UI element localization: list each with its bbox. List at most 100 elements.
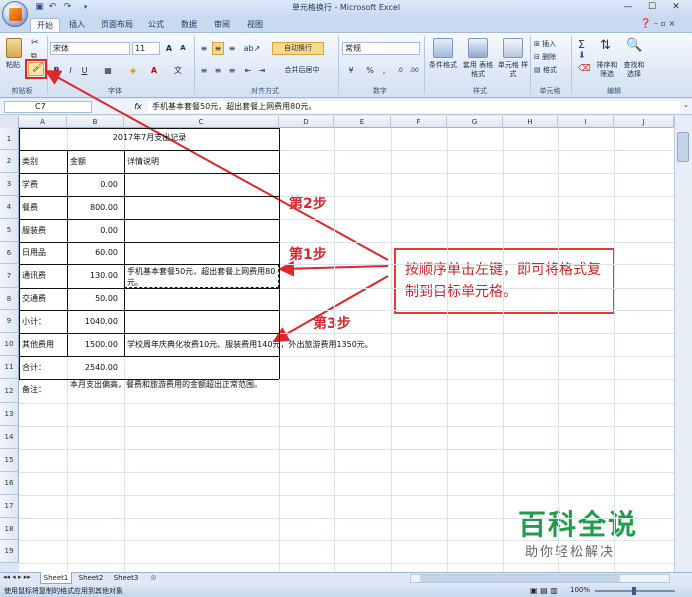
tab-formulas[interactable]: 公式: [143, 18, 169, 32]
insert-function-button[interactable]: fx: [131, 101, 145, 113]
decrease-indent-icon[interactable]: ⇤: [242, 64, 254, 77]
comma-button[interactable]: ,: [378, 64, 390, 77]
vertical-scrollbar[interactable]: [674, 116, 692, 572]
row-header-15[interactable]: 15: [0, 449, 19, 472]
expand-formula-icon[interactable]: ⌄: [683, 101, 689, 109]
find-select-icon[interactable]: 🔍: [626, 38, 642, 53]
format-as-table-icon[interactable]: [468, 38, 488, 58]
paste-icon[interactable]: [6, 38, 22, 58]
wrap-text-button[interactable]: 自动换行: [272, 42, 324, 55]
align-center-icon[interactable]: ≡: [212, 64, 224, 77]
row-header-9[interactable]: 9: [0, 310, 19, 333]
tab-data[interactable]: 数据: [176, 18, 202, 32]
row-header-11[interactable]: 11: [0, 356, 19, 379]
phonetic-icon[interactable]: 文: [168, 64, 188, 77]
orientation-icon[interactable]: ab↗: [242, 42, 262, 55]
delete-cells-button[interactable]: ⊟ 删除: [534, 53, 568, 62]
merge-center-button[interactable]: 合并后居中: [272, 64, 332, 77]
tab-view[interactable]: 视图: [242, 18, 268, 32]
zoom-level[interactable]: 100%: [570, 586, 590, 594]
ribbon-minimize-icon[interactable]: – ▫ ×: [654, 19, 675, 28]
row-header-14[interactable]: 14: [0, 426, 19, 449]
currency-icon[interactable]: ¥: [343, 64, 359, 77]
conditional-format-icon[interactable]: [433, 38, 453, 58]
row-header-6[interactable]: 6: [0, 242, 19, 264]
font-size-select[interactable]: 11: [132, 42, 160, 55]
bold-button[interactable]: B: [51, 64, 62, 77]
paste-button-label[interactable]: 粘贴: [3, 61, 23, 70]
format-as-table-label[interactable]: 套用 表格格式: [460, 61, 496, 79]
column-header-a[interactable]: A: [19, 116, 67, 128]
column-header-j[interactable]: J: [614, 116, 674, 128]
tab-review[interactable]: 审阅: [209, 18, 235, 32]
column-header-h[interactable]: H: [503, 116, 558, 128]
conditional-format-label[interactable]: 条件格式: [425, 61, 461, 70]
column-header-f[interactable]: F: [391, 116, 447, 128]
sheet-tab-1[interactable]: Sheet1: [40, 572, 72, 584]
increase-decimal-icon[interactable]: .0: [394, 64, 406, 77]
align-right-icon[interactable]: ≡: [226, 64, 238, 77]
cell-styles-icon[interactable]: [503, 38, 523, 58]
row-header-4[interactable]: 4: [0, 196, 19, 219]
row-header-3[interactable]: 3: [0, 173, 19, 196]
shrink-font-button[interactable]: A: [177, 42, 189, 55]
close-icon[interactable]: ✕: [668, 1, 684, 14]
view-buttons-icon[interactable]: ▣ ▤ ▥: [530, 586, 558, 595]
sheet-tab-3[interactable]: Sheet3: [110, 572, 142, 584]
align-top-icon[interactable]: ≡: [198, 42, 210, 55]
minimize-icon[interactable]: —: [620, 1, 636, 14]
autosum-icon[interactable]: Σ: [578, 38, 585, 51]
column-header-g[interactable]: G: [447, 116, 503, 128]
align-middle-icon[interactable]: ≡: [212, 42, 224, 55]
row-header-12[interactable]: 12: [0, 379, 19, 403]
horizontal-scroll-thumb[interactable]: [420, 575, 620, 582]
column-header-b[interactable]: B: [67, 116, 124, 128]
underline-button[interactable]: U: [79, 64, 90, 77]
row-header-2[interactable]: 2: [0, 150, 19, 173]
name-box[interactable]: C7: [4, 101, 92, 113]
percent-button[interactable]: %: [364, 64, 376, 77]
align-bottom-icon[interactable]: ≡: [226, 42, 238, 55]
column-header-i[interactable]: I: [558, 116, 614, 128]
help-icon[interactable]: ❓: [640, 19, 651, 29]
format-cells-button[interactable]: ▤ 格式: [534, 66, 568, 75]
number-format-select[interactable]: 常规: [342, 42, 420, 55]
fill-icon[interactable]: ⬇: [578, 51, 586, 61]
column-header-e[interactable]: E: [334, 116, 391, 128]
office-button[interactable]: [2, 1, 28, 27]
decrease-decimal-icon[interactable]: .00: [408, 64, 420, 77]
cell-styles-label[interactable]: 单元格 样式: [497, 61, 529, 79]
row-header-1[interactable]: 1: [0, 128, 19, 150]
row-header-10[interactable]: 10: [0, 333, 19, 356]
sheet-nav-icon[interactable]: ◂◂ ◂ ▸ ▸▸: [3, 573, 31, 581]
column-header-d[interactable]: D: [279, 116, 334, 128]
row-header-8[interactable]: 8: [0, 288, 19, 310]
column-header-c[interactable]: C: [124, 116, 279, 128]
clear-icon[interactable]: ⌫: [578, 64, 591, 74]
row-header-16[interactable]: 16: [0, 472, 19, 495]
sheet-tab-2[interactable]: Sheet2: [75, 572, 107, 584]
row-header-7[interactable]: 7: [0, 264, 19, 288]
cut-icon[interactable]: ✂: [31, 38, 39, 48]
tab-home[interactable]: 开始: [30, 18, 60, 32]
zoom-slider-thumb[interactable]: [632, 587, 636, 595]
tab-page-layout[interactable]: 页面布局: [97, 18, 137, 32]
row-header-18[interactable]: 18: [0, 518, 19, 540]
sort-filter-label[interactable]: 排序和 筛选: [594, 61, 620, 79]
italic-button[interactable]: I: [65, 64, 76, 77]
formula-input[interactable]: 手机基本套餐50元，超出套餐上网费用80元。: [148, 101, 680, 113]
increase-indent-icon[interactable]: ⇥: [256, 64, 268, 77]
grow-font-button[interactable]: A: [163, 42, 175, 55]
row-header-19[interactable]: 19: [0, 540, 19, 563]
row-header-17[interactable]: 17: [0, 495, 19, 518]
align-left-icon[interactable]: ≡: [198, 64, 210, 77]
row-header-13[interactable]: 13: [0, 403, 19, 426]
borders-icon[interactable]: ▦: [100, 64, 116, 77]
font-color-icon[interactable]: A: [146, 64, 162, 77]
tab-insert[interactable]: 插入: [64, 18, 90, 32]
font-name-select[interactable]: 宋体: [50, 42, 130, 55]
find-select-label[interactable]: 查找和 选择: [620, 61, 648, 79]
select-all-button[interactable]: [0, 116, 19, 128]
new-sheet-icon[interactable]: ⊕: [150, 573, 157, 582]
fill-color-icon[interactable]: ◈: [125, 64, 141, 77]
